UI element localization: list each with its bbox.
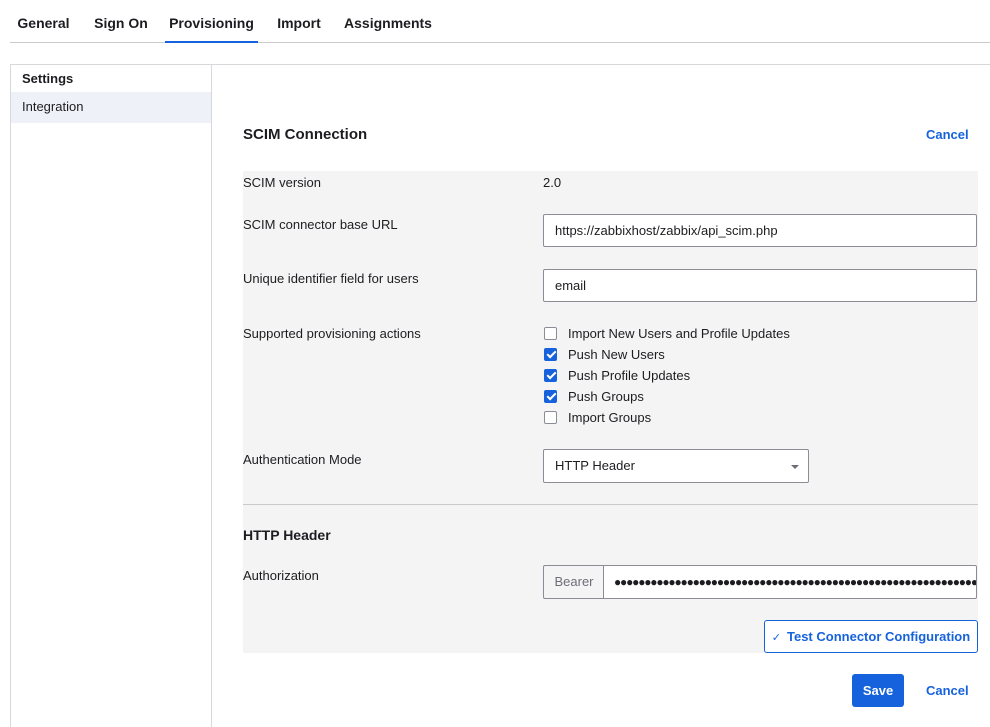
action-push-groups[interactable]: Push Groups	[543, 387, 644, 405]
unique-id-input[interactable]: email	[543, 269, 977, 302]
action-import-new-users[interactable]: Import New Users and Profile Updates	[543, 324, 790, 342]
tab-bar: General Sign On Provisioning Import Assi…	[10, 0, 990, 43]
scim-version-value: 2.0	[543, 175, 562, 190]
tab-assignments[interactable]: Assignments	[343, 0, 433, 43]
http-header-title: HTTP Header	[243, 527, 331, 543]
section-divider	[243, 504, 978, 505]
unique-id-label: Unique identifier field for users	[243, 271, 419, 286]
checkbox-import-groups[interactable]	[544, 410, 557, 424]
tab-import[interactable]: Import	[273, 0, 325, 43]
settings-sidebar: Settings Integration	[10, 64, 212, 727]
action-label: Push Profile Updates	[568, 367, 691, 383]
checkbox-push-profile-updates[interactable]	[544, 368, 557, 382]
action-label: Push Groups	[568, 388, 644, 404]
authorization-token-input[interactable]: ●●●●●●●●●●●●●●●●●●●●●●●●●●●●●●●●●●●●●●●●…	[603, 565, 977, 599]
action-push-profile-updates[interactable]: Push Profile Updates	[543, 366, 690, 384]
action-label: Import New Users and Profile Updates	[568, 325, 790, 341]
sidebar-item-integration[interactable]: Integration	[11, 92, 211, 123]
tab-general[interactable]: General	[10, 0, 77, 43]
save-button[interactable]: Save	[852, 674, 904, 707]
main-panel-border	[212, 64, 990, 65]
tab-provisioning[interactable]: Provisioning	[165, 0, 258, 43]
test-connector-button[interactable]: ✓ Test Connector Configuration	[764, 620, 978, 653]
test-connector-label: Test Connector Configuration	[787, 629, 971, 644]
cancel-button[interactable]: Cancel	[926, 683, 969, 698]
auth-mode-value: HTTP Header	[555, 458, 635, 473]
caret-down-icon	[791, 465, 799, 469]
scim-version-label: SCIM version	[243, 175, 322, 190]
base-url-input[interactable]: https://zabbixhost/zabbix/api_scim.php	[543, 214, 977, 247]
tab-sign-on[interactable]: Sign On	[90, 0, 152, 43]
sidebar-title: Settings	[22, 71, 74, 86]
action-label: Push New Users	[568, 346, 665, 362]
base-url-label: SCIM connector base URL	[243, 217, 398, 232]
auth-mode-select[interactable]: HTTP Header	[543, 449, 809, 483]
bearer-prefix: Bearer	[543, 565, 604, 599]
checkbox-push-groups[interactable]	[544, 389, 557, 403]
action-label: Import Groups	[568, 409, 652, 425]
scim-connection-title: SCIM Connection	[243, 126, 368, 143]
check-icon: ✓	[771, 632, 781, 644]
cancel-edit-link[interactable]: Cancel	[926, 127, 969, 142]
authorization-label: Authorization	[243, 568, 319, 583]
action-import-groups[interactable]: Import Groups	[543, 408, 651, 426]
action-push-new-users[interactable]: Push New Users	[543, 345, 665, 363]
auth-mode-label: Authentication Mode	[243, 452, 362, 467]
checkbox-push-new-users[interactable]	[544, 347, 557, 361]
checkbox-import-new-users[interactable]	[544, 326, 557, 340]
provisioning-actions-label: Supported provisioning actions	[243, 326, 421, 341]
